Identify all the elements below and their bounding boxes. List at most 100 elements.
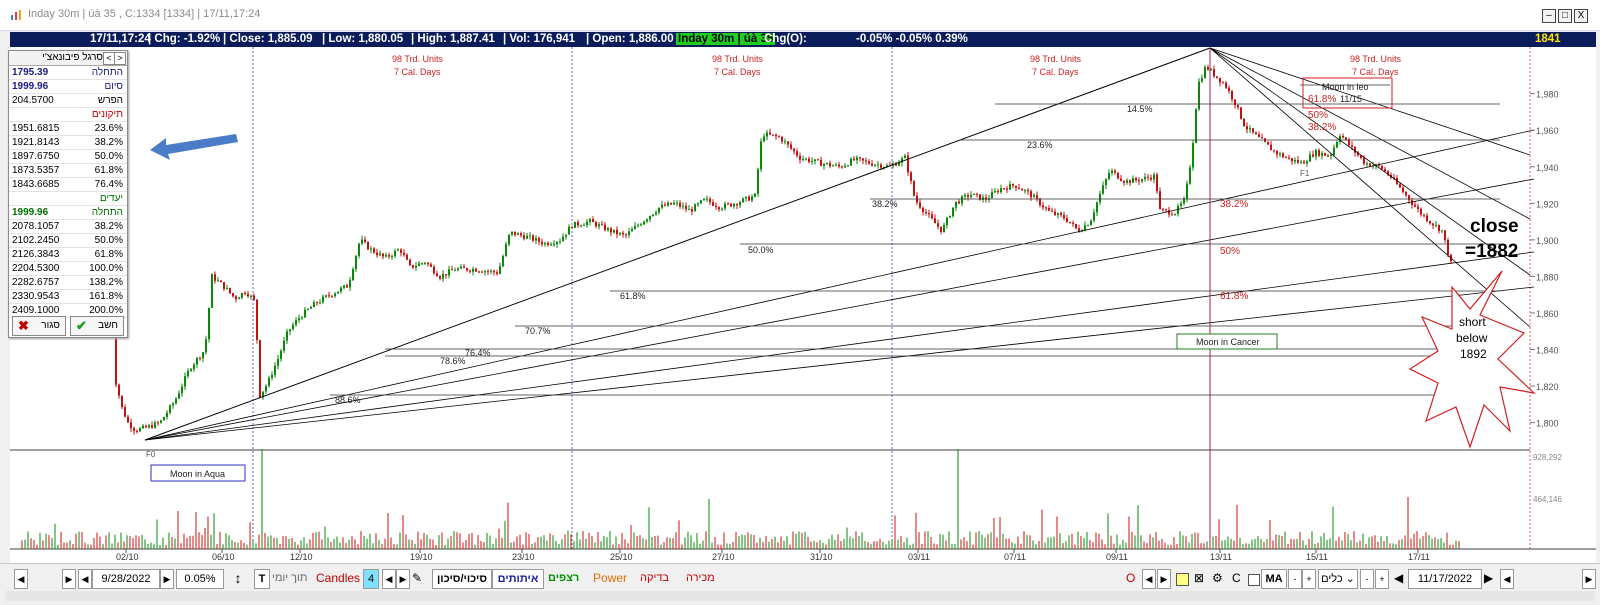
ma-checkbox[interactable] (1248, 574, 1260, 586)
tools-plus[interactable]: + (1375, 569, 1389, 589)
fib-target-row-pct: 61.8% (94, 249, 123, 260)
close-button[interactable]: X (1574, 9, 1588, 23)
crosshair-icon[interactable]: ⊠ (1194, 569, 1204, 587)
candle-body (406, 254, 408, 260)
cycle-label-days: 7 Cal. Days (1032, 67, 1079, 77)
candle-body (445, 274, 447, 276)
panel-calc-button[interactable]: ✔ חשב (70, 316, 124, 336)
candle-body (367, 241, 369, 250)
candle-body (316, 302, 318, 304)
price-chart[interactable]: 14.5% 23.6% 38.2% 50.0% 61.8% 70.7% 76.4% 78.6%… (10, 47, 1596, 563)
far-left-button[interactable]: ◀ (1500, 569, 1514, 589)
candle-body (967, 194, 969, 197)
chart-canvas[interactable]: 14.5%23.6%38.2%50.0%61.8%70.7%76.4%78.6%… (10, 47, 1596, 563)
candle-body (1105, 179, 1107, 186)
date-to-field[interactable]: 11/17/2022 (1408, 569, 1482, 589)
candle-body (685, 205, 687, 210)
zoom-field[interactable]: 0.05% (176, 569, 224, 589)
candle-body (1384, 169, 1386, 172)
horizontal-scrollbar[interactable] (5, 591, 1595, 601)
tab-risk-reward[interactable]: סיכוי/סיכון (432, 569, 492, 589)
date-from-field[interactable]: 9/28/2022 (92, 569, 160, 589)
candle-body (1327, 155, 1329, 157)
candle-body (172, 403, 174, 406)
fib-end-value[interactable]: 1999.96 (12, 81, 48, 92)
tab-power[interactable]: Power (593, 569, 627, 587)
color-square-icon[interactable] (1176, 573, 1189, 586)
tab-check[interactable]: בדיקה (640, 569, 669, 587)
tab-streaks[interactable]: רצפים (548, 569, 579, 587)
resize-vertical-icon[interactable]: ↕ (232, 569, 244, 587)
candle-body (772, 134, 774, 136)
minimize-button[interactable]: – (1542, 9, 1556, 23)
candle-body (1198, 81, 1200, 110)
candles-count-field[interactable]: 4 (363, 569, 379, 589)
x-tick-label: 23/10 (512, 552, 535, 562)
o-button[interactable]: O (1126, 569, 1135, 587)
candle-body (778, 136, 780, 138)
candle-body (169, 405, 171, 413)
candle-body (307, 308, 309, 310)
candle-body (1279, 153, 1281, 155)
candle-body (442, 274, 444, 279)
candle-body (1159, 191, 1161, 210)
window-title: Inday 30m | úà 35 , C:1334 [1334] | 17/1… (28, 8, 261, 20)
right-scroll-right[interactable]: ▶ (1157, 569, 1171, 589)
pencil-icon[interactable]: ✎ (412, 569, 422, 587)
candle-body (1036, 195, 1038, 199)
candles-label[interactable]: Candles (316, 569, 360, 587)
candle-body (1285, 157, 1287, 159)
candle-body (934, 218, 936, 224)
candle-body (910, 172, 912, 182)
x-tick-label: 15/11 (1306, 552, 1328, 562)
candle-body (205, 339, 207, 353)
candles-next[interactable]: ▶ (396, 569, 410, 589)
panel-close-button[interactable]: ✖ סגור (12, 316, 66, 336)
far-right-button[interactable]: ▶ (1582, 569, 1596, 589)
candle-body (496, 272, 498, 274)
x-tick-label: 27/10 (712, 552, 735, 562)
y-tick-label: 1,820 (1536, 382, 1559, 392)
candle-body (1282, 153, 1284, 158)
fib-red-label: 61.8% (1220, 291, 1248, 302)
tab-signals[interactable]: איתותים (492, 569, 544, 589)
date-from-next[interactable]: ▶ (160, 569, 174, 589)
candle-body (649, 215, 651, 220)
fibonacci-panel[interactable]: סרגל פיבונאצ'י < > 1795.39 התחלה 1999.96 ס… (8, 50, 128, 338)
date-to-prev[interactable]: ◀ (1394, 569, 1403, 587)
candle-body (724, 203, 726, 209)
step-right-button[interactable]: ▶ (62, 569, 76, 589)
fib-start-value[interactable]: 1795.39 (12, 67, 48, 78)
maximize-button[interactable]: □ (1558, 9, 1572, 23)
info-chgo-values: -0.05% -0.05% 0.39% (856, 33, 968, 45)
tools-minus[interactable]: - (1360, 569, 1374, 589)
scroll-left-button[interactable]: ◀ (14, 569, 28, 589)
candle-body (622, 232, 624, 235)
cycle-label-units: 98 Trd. Units (712, 54, 764, 64)
c-button[interactable]: C (1232, 569, 1241, 587)
tools-select[interactable]: כלים ⌄ (1318, 569, 1358, 589)
fib-level-label: 76.4% (465, 348, 491, 358)
ma-minus[interactable]: - (1288, 569, 1302, 589)
candle-body (1306, 161, 1308, 164)
candle-body (199, 357, 201, 359)
date-to-next[interactable]: ▶ (1484, 569, 1493, 587)
panel-next-arrow[interactable]: > (114, 52, 126, 65)
right-scroll-left[interactable]: ◀ (1142, 569, 1156, 589)
candle-body (1045, 207, 1047, 209)
intraday-label[interactable]: תוך יומי (272, 569, 308, 587)
tab-sell[interactable]: מכירה (686, 569, 715, 587)
y-tick-label: 1,900 (1536, 236, 1559, 246)
candle-body (1042, 205, 1044, 208)
candle-body (289, 329, 291, 332)
ma-button[interactable]: MA (1261, 569, 1287, 589)
candle-body (226, 287, 228, 289)
ma-plus[interactable]: + (1302, 569, 1316, 589)
candle-body (121, 395, 123, 408)
text-tool-button[interactable]: T (254, 569, 270, 589)
candle-body (1144, 176, 1146, 180)
step-left-button[interactable]: ◀ (78, 569, 92, 589)
candles-prev[interactable]: ◀ (382, 569, 396, 589)
candle-body (559, 241, 561, 243)
gear-icon[interactable]: ⚙ (1212, 569, 1223, 587)
